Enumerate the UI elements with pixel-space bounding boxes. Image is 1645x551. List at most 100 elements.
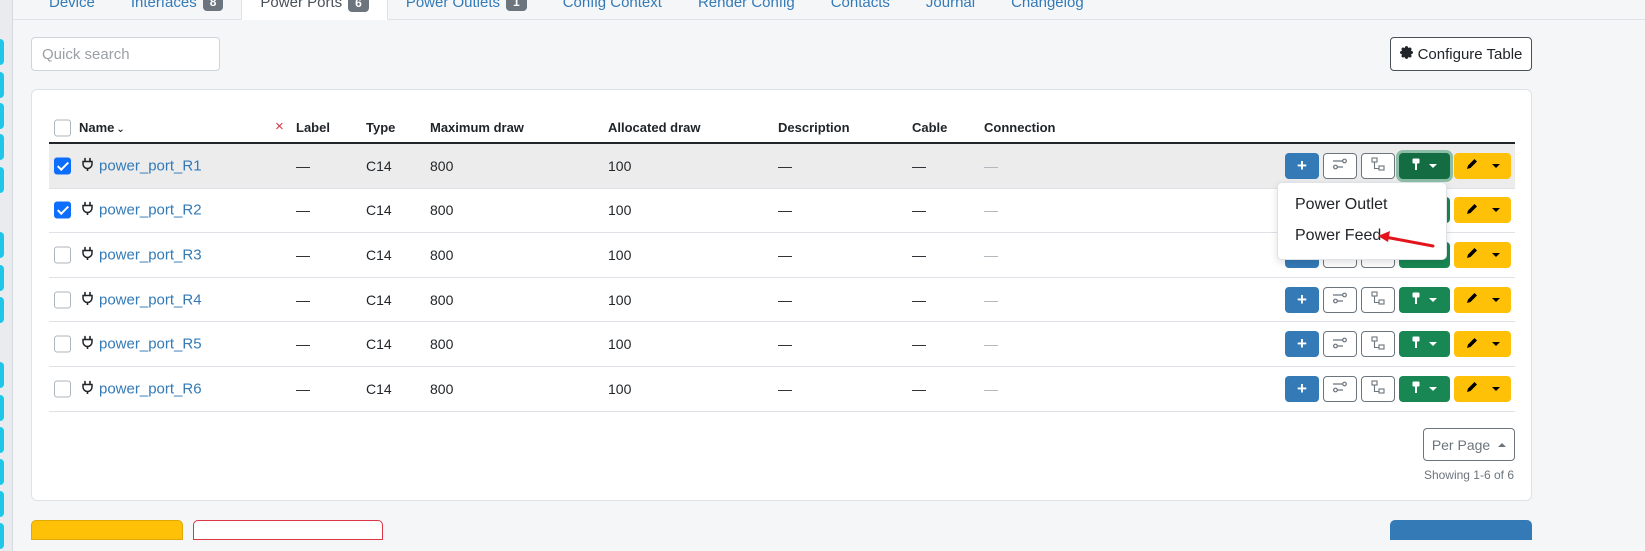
caret-down-icon [1429, 163, 1437, 168]
cell-description: — [778, 157, 792, 174]
tab-interfaces[interactable]: Interfaces 8 [113, 0, 242, 19]
caret-down-icon [1491, 297, 1500, 302]
table-header: Name ⌄ × Label Type Maximum draw Allocate… [49, 90, 1515, 144]
cell-label: — [296, 380, 310, 397]
pencil-icon [1466, 381, 1478, 396]
row-checkbox[interactable] [54, 291, 71, 309]
quick-search-input[interactable] [31, 37, 220, 71]
select-all-checkbox[interactable] [54, 119, 71, 137]
row-name-link[interactable]: power_port_R4 [99, 291, 202, 308]
edit-dropdown-button[interactable] [1454, 331, 1511, 358]
row-actions: + [1285, 152, 1511, 179]
power-plug-icon [82, 291, 93, 308]
tab-power-outlets[interactable]: Power Outlets 1 [388, 0, 545, 19]
row-name-link[interactable]: power_port_R1 [99, 157, 202, 174]
cell-label: — [296, 202, 310, 219]
tab-config-context[interactable]: Config Context [545, 0, 680, 19]
row-checkbox[interactable] [54, 246, 71, 264]
column-header-label[interactable]: Label [296, 120, 330, 135]
add-button[interactable]: + [1285, 152, 1319, 179]
edit-dropdown-button[interactable] [1454, 375, 1511, 402]
row-name-link[interactable]: power_port_R2 [99, 202, 202, 219]
sidebar-marker [0, 265, 4, 291]
cell-description: — [778, 246, 792, 263]
add-button[interactable]: + [1285, 375, 1319, 402]
trace-icon [1332, 158, 1348, 173]
row-actions: + [1285, 286, 1511, 313]
cell-allocated-draw: 100 [608, 291, 632, 308]
connect-dropdown-button[interactable] [1399, 375, 1450, 402]
edit-dropdown-button[interactable] [1454, 197, 1511, 224]
add-button[interactable]: + [1285, 286, 1319, 313]
column-header-allocated-draw[interactable]: Allocated draw [608, 120, 700, 135]
tab-device[interactable]: Device [13, 0, 113, 19]
power-plug-icon [82, 335, 93, 353]
tab-journal[interactable]: Journal [908, 0, 993, 19]
cell-type: C14 [366, 336, 392, 353]
add-button[interactable]: + [1285, 331, 1319, 358]
tab-contacts[interactable]: Contacts [813, 0, 908, 19]
connect-dropdown-button[interactable] [1399, 152, 1450, 179]
tab-render-config[interactable]: Render Config [680, 0, 813, 19]
tab-label: Render Config [697, 0, 795, 11]
row-name-link[interactable]: power_port_R6 [99, 380, 202, 397]
table-row: power_port_R4 — C14 800 100 — — — + [49, 278, 1515, 323]
cell-connection: — [984, 246, 998, 263]
row-checkbox[interactable] [54, 380, 71, 398]
tab-label: Power Ports [260, 0, 343, 11]
cable-path-button[interactable] [1361, 286, 1395, 313]
bottom-danger-button[interactable] [193, 520, 383, 540]
row-name-link[interactable]: power_port_R5 [99, 336, 202, 353]
trace-button[interactable] [1323, 286, 1357, 313]
row-name-link[interactable]: power_port_R3 [99, 246, 202, 263]
per-page-dropdown[interactable]: Per Page [1423, 428, 1515, 461]
column-header-connection[interactable]: Connection [984, 120, 1056, 135]
column-header-cable[interactable]: Cable [912, 120, 947, 135]
tab-label: Device [49, 0, 95, 11]
cable-path-button[interactable] [1361, 331, 1395, 358]
cell-allocated-draw: 100 [608, 336, 632, 353]
clear-column-icon[interactable]: × [275, 118, 284, 135]
edit-dropdown-button[interactable] [1454, 152, 1511, 179]
sidebar-marker [0, 134, 4, 160]
caret-down-icon [1491, 386, 1500, 391]
tab-changelog[interactable]: Changelog [993, 0, 1102, 19]
connect-dropdown-button[interactable] [1399, 286, 1450, 313]
row-checkbox[interactable] [54, 157, 71, 175]
column-header-type[interactable]: Type [366, 120, 395, 135]
pencil-icon [1466, 158, 1478, 173]
trace-icon [1332, 337, 1348, 352]
cell-maximum-draw: 800 [430, 202, 454, 219]
cable-path-button[interactable] [1361, 152, 1395, 179]
cell-allocated-draw: 100 [608, 202, 632, 219]
path-icon [1371, 157, 1385, 174]
table-row: power_port_R5 — C14 800 100 — — — + [49, 322, 1515, 367]
edit-dropdown-button[interactable] [1454, 286, 1511, 313]
bottom-primary-button[interactable] [1390, 520, 1532, 540]
dropdown-item-power-outlet[interactable]: Power Outlet [1295, 196, 1387, 214]
cable-path-button[interactable] [1361, 375, 1395, 402]
column-header-name[interactable]: Name ⌄ [79, 120, 125, 135]
column-header-maximum-draw[interactable]: Maximum draw [430, 120, 524, 135]
plug-connect-icon [1412, 336, 1420, 352]
cell-cable: — [912, 291, 926, 308]
configure-table-button[interactable]: Configure Table [1390, 37, 1532, 71]
row-checkbox[interactable] [54, 201, 71, 219]
sidebar-marker [0, 39, 4, 65]
tab-label: Contacts [830, 0, 890, 11]
connect-dropdown-button[interactable] [1399, 331, 1450, 358]
tab-label: Journal [925, 0, 976, 11]
dropdown-item-power-feed[interactable]: Power Feed [1295, 227, 1381, 245]
bottom-warning-button[interactable] [31, 520, 183, 540]
cell-description: — [778, 202, 792, 219]
caret-down-icon [1429, 297, 1437, 302]
column-header-description[interactable]: Description [778, 120, 850, 135]
path-icon [1371, 380, 1385, 397]
tab-power-ports[interactable]: Power Ports 6 [241, 0, 388, 20]
trace-button[interactable] [1323, 152, 1357, 179]
caret-up-icon [1498, 442, 1507, 447]
edit-dropdown-button[interactable] [1454, 241, 1511, 268]
trace-button[interactable] [1323, 375, 1357, 402]
row-checkbox[interactable] [54, 335, 71, 353]
trace-button[interactable] [1323, 331, 1357, 358]
